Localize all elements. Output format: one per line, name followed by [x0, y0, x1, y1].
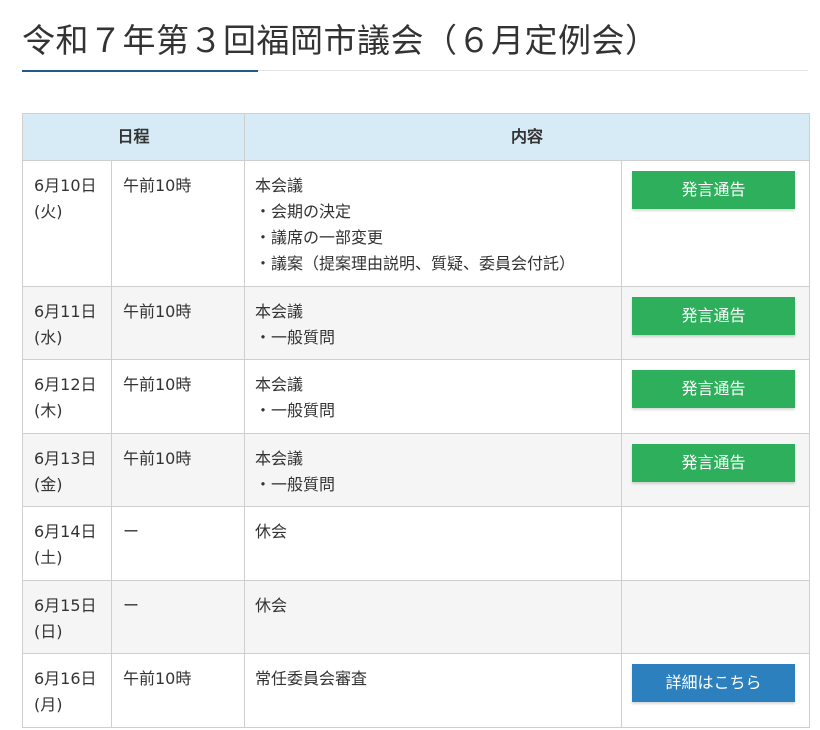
date-cell: 6月15日 (日)	[22, 580, 112, 654]
weekday-text: (金)	[34, 475, 63, 494]
date-text: 6月12日	[34, 375, 97, 394]
header-content: 内容	[244, 113, 811, 161]
content-cell: 休会	[244, 580, 623, 654]
time-cell: ー	[110, 580, 246, 654]
agenda-item: ・一般質問	[255, 328, 336, 347]
date-text: 6月16日	[34, 669, 97, 688]
time-cell: 午前10時	[110, 653, 246, 728]
table-row: 6月10日 (火) 午前10時 本会議・会期の決定・議席の一部変更・議案（提案理由説明…	[22, 160, 811, 287]
action-cell: 発言通告	[621, 433, 811, 507]
table-row: 6月12日 (木) 午前10時 本会議 ・一般質問 発言通告	[22, 359, 811, 434]
content-title: 休会	[255, 596, 288, 615]
time-cell: ー	[110, 506, 246, 581]
speech-notice-button[interactable]: 発言通告	[632, 171, 796, 209]
content-title: 本会議	[255, 302, 304, 321]
date-text: 6月11日	[34, 302, 97, 321]
header-schedule: 日程	[21, 113, 246, 161]
date-text: 6月14日	[34, 522, 97, 541]
date-cell: 6月12日 (木)	[22, 359, 112, 434]
title-accent-rule	[22, 70, 258, 72]
time-cell: 午前10時	[110, 160, 246, 287]
content-title: 休会	[255, 522, 288, 541]
weekday-text: (日)	[34, 622, 63, 641]
content-cell: 常任委員会審査	[244, 653, 623, 728]
action-cell: 発言通告	[621, 359, 811, 434]
action-cell: 発言通告	[621, 286, 811, 360]
date-cell: 6月14日 (土)	[22, 506, 112, 581]
weekday-text: (土)	[34, 548, 63, 567]
agenda-item: ・議案（提案理由説明、質疑、委員会付託）	[255, 254, 576, 273]
weekday-text: (火)	[34, 202, 63, 221]
table-row: 6月11日 (水) 午前10時 本会議 ・一般質問 発言通告	[22, 286, 811, 360]
content-cell: 本会議 ・一般質問	[244, 286, 623, 360]
time-cell: 午前10時	[110, 433, 246, 507]
agenda-item: ・会期の決定	[255, 202, 352, 221]
table-row: 6月16日 (月) 午前10時 常任委員会審査 詳細はこちら	[22, 653, 811, 728]
weekday-text: (水)	[34, 328, 63, 347]
date-cell: 6月10日 (火)	[22, 160, 112, 287]
content-cell: 本会議 ・一般質問	[244, 433, 623, 507]
content-title: 本会議	[255, 375, 304, 394]
date-cell: 6月11日 (水)	[22, 286, 112, 360]
weekday-text: (木)	[34, 401, 63, 420]
agenda-item: ・一般質問	[255, 401, 336, 420]
speech-notice-button[interactable]: 発言通告	[632, 370, 796, 408]
date-text: 6月15日	[34, 596, 97, 615]
date-text: 6月10日	[34, 176, 97, 195]
time-cell: 午前10時	[110, 286, 246, 360]
content-cell: 休会	[244, 506, 623, 581]
time-cell: 午前10時	[110, 359, 246, 434]
schedule-body: 6月10日 (火) 午前10時 本会議 ・会期の決定 ・議席の一部変更 ・議案（提案理由説明…	[22, 160, 811, 728]
table-header-row: 日程 内容	[21, 113, 811, 161]
page-title: 令和７年第３回福岡市議会（６月定例会）	[22, 21, 659, 60]
speech-notice-button[interactable]: 発言通告	[632, 297, 796, 335]
content-title: 本会議	[255, 449, 304, 468]
agenda-item: ・一般質問	[255, 475, 336, 494]
content-title: 常任委員会審査	[255, 669, 368, 688]
table-row: 6月14日 (土) ー休会	[22, 506, 811, 581]
date-cell: 6月13日 (金)	[22, 433, 112, 507]
content-title: 本会議	[255, 176, 304, 195]
table-row: 6月13日 (金) 午前10時 本会議 ・一般質問 発言通告	[22, 433, 811, 507]
speech-notice-button[interactable]: 発言通告	[632, 444, 796, 482]
date-cell: 6月16日 (月)	[22, 653, 112, 728]
date-text: 6月13日	[34, 449, 97, 468]
agenda-item: ・議席の一部変更	[255, 228, 384, 247]
action-cell	[621, 580, 811, 654]
content-cell: 本会議 ・一般質問	[244, 359, 623, 434]
session-schedule-table: 日程 内容 6月10日 (火) 午前10時 本会議 ・会期の決定 ・議席の一部変更 ・議案（…	[21, 113, 811, 728]
action-cell: 詳細はこちら	[621, 653, 811, 728]
weekday-text: (月)	[34, 695, 63, 714]
action-cell: 発言通告	[621, 160, 811, 287]
content-cell: 本会議・会期の決定・議席の一部変更・議案（提案理由説明、質疑、委員会付託）	[244, 160, 623, 287]
action-cell	[621, 506, 811, 581]
table-row: 6月15日 (日) ー休会	[22, 580, 811, 654]
details-button[interactable]: 詳細はこちら	[632, 664, 796, 702]
